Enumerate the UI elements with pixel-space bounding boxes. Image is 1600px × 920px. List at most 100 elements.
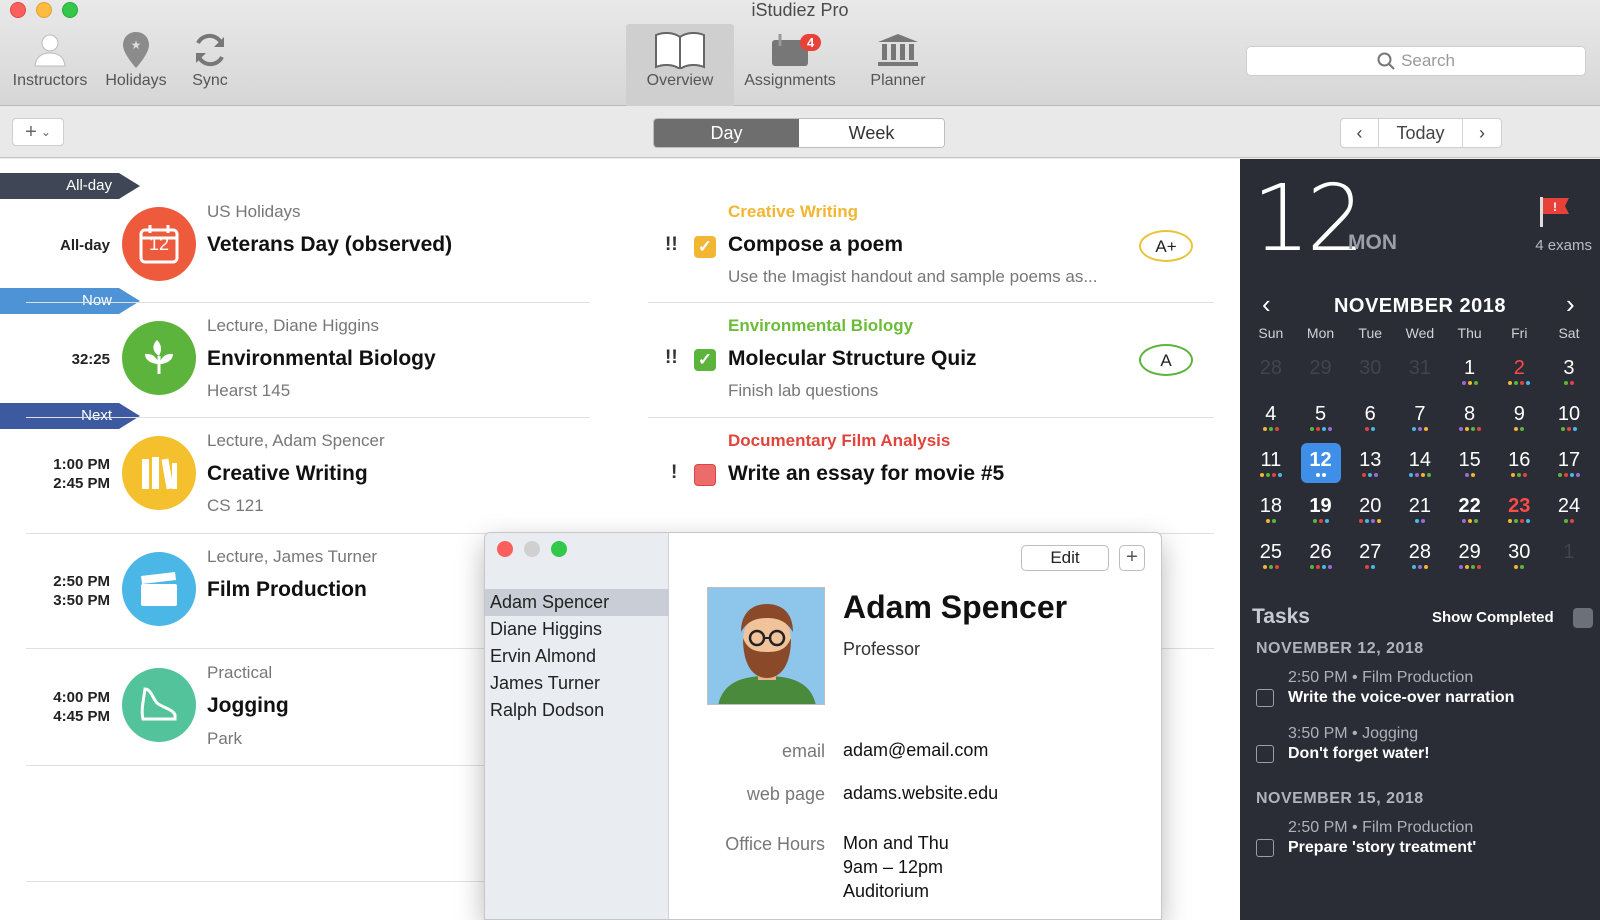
calendar-day[interactable]: 30 <box>1345 351 1395 397</box>
edit-button[interactable]: Edit <box>1021 545 1109 571</box>
previous-day-button[interactable]: ‹ <box>1341 119 1379 147</box>
event-title[interactable]: Jogging <box>207 694 289 718</box>
calendar-day[interactable]: 19 <box>1296 489 1346 535</box>
calendar-day[interactable]: 5 <box>1296 397 1346 443</box>
show-completed-checkbox[interactable] <box>1573 608 1593 628</box>
sync-button[interactable]: Sync <box>180 28 240 90</box>
event-dots <box>1445 381 1495 385</box>
calendar-day[interactable]: 26 <box>1296 535 1346 581</box>
next-flag: Next <box>0 403 140 429</box>
assignments-tab[interactable]: 4 Assignments <box>740 28 840 90</box>
instructor-item[interactable]: James Turner <box>485 670 669 697</box>
instructor-item[interactable]: Diane Higgins <box>485 616 669 643</box>
calendar-day[interactable]: 22 <box>1445 489 1495 535</box>
calendar-day[interactable]: 23 <box>1494 489 1544 535</box>
calendar-day-number: 14 <box>1408 449 1432 471</box>
calendar-day[interactable]: 18 <box>1246 489 1296 535</box>
calendar-day[interactable]: 24 <box>1544 489 1594 535</box>
instructor-item[interactable]: Adam Spencer <box>485 589 669 616</box>
assignment-title[interactable]: Write an essay for movie #5 <box>728 462 1004 486</box>
close-popup-button[interactable] <box>497 541 513 557</box>
calendar-day[interactable]: 17 <box>1544 443 1594 489</box>
instructor-item[interactable]: Ervin Almond <box>485 643 669 670</box>
calendar-day[interactable]: 30 <box>1494 535 1544 581</box>
event-dots <box>1494 565 1544 569</box>
exam-count: 4 exams <box>1535 237 1592 254</box>
calendar-day[interactable]: 10 <box>1544 397 1594 443</box>
task-title[interactable]: Prepare 'story treatment' <box>1288 839 1476 857</box>
chevron-down-icon: ⌄ <box>40 125 51 139</box>
assignment-title[interactable]: Molecular Structure Quiz <box>728 347 977 371</box>
event-title[interactable]: Environmental Biology <box>207 347 436 371</box>
event-title[interactable]: Film Production <box>207 578 367 602</box>
calendar-day[interactable]: 8 <box>1445 397 1495 443</box>
assignment-checkbox[interactable]: ✓ <box>694 349 716 371</box>
event-dots <box>1494 381 1544 385</box>
sync-label: Sync <box>192 72 228 89</box>
calendar-day[interactable]: 9 <box>1494 397 1544 443</box>
calendar-day[interactable]: 31 <box>1395 351 1445 397</box>
calendar-day[interactable]: 27 <box>1345 535 1395 581</box>
calendar-day[interactable]: 1 <box>1445 351 1495 397</box>
minimize-popup-button[interactable] <box>524 541 540 557</box>
overview-tab[interactable]: Overview <box>626 24 734 106</box>
calendar-day[interactable]: 7 <box>1395 397 1445 443</box>
task-title[interactable]: Write the voice-over narration <box>1288 689 1514 707</box>
calendar-day[interactable]: 15 <box>1445 443 1495 489</box>
today-button[interactable]: Today <box>1379 119 1463 147</box>
task-checkbox[interactable] <box>1256 839 1274 857</box>
event-dots <box>1296 519 1346 523</box>
assignment-title[interactable]: Compose a poem <box>728 233 903 257</box>
task-date-heading: NOVEMBER 12, 2018 <box>1256 640 1424 657</box>
email-value[interactable]: adam@email.com <box>843 738 988 763</box>
calendar-day[interactable]: 4 <box>1246 397 1296 443</box>
next-month-button[interactable]: › <box>1566 289 1575 320</box>
event-title[interactable]: Veterans Day (observed) <box>207 233 452 257</box>
day-view-button[interactable]: Day <box>654 119 799 147</box>
instructors-label: Instructors <box>12 72 88 89</box>
calendar-day[interactable]: 16 <box>1494 443 1544 489</box>
event-location: Park <box>207 729 242 748</box>
instructor-item[interactable]: Ralph Dodson <box>485 697 669 724</box>
calendar-day[interactable]: 29 <box>1296 351 1346 397</box>
zoom-popup-button[interactable] <box>551 541 567 557</box>
calendar-day[interactable]: 25 <box>1246 535 1296 581</box>
calendar-day[interactable]: 29 <box>1445 535 1495 581</box>
event-dots <box>1544 427 1594 431</box>
checkmark-icon: ✓ <box>697 237 713 256</box>
calendar-day[interactable]: 13 <box>1345 443 1395 489</box>
event-dots <box>1345 427 1395 431</box>
calendar-day[interactable]: 2 <box>1494 351 1544 397</box>
planner-tab[interactable]: Planner <box>858 28 938 90</box>
instructors-button[interactable]: Instructors <box>8 28 92 90</box>
next-day-button[interactable]: › <box>1463 119 1501 147</box>
event-dots <box>1544 519 1594 523</box>
calendar-day[interactable]: 1 <box>1544 535 1594 581</box>
calendar-day[interactable]: 21 <box>1395 489 1445 535</box>
calendar-day[interactable]: 11 <box>1246 443 1296 489</box>
calendar-day[interactable]: 6 <box>1345 397 1395 443</box>
event-title[interactable]: Creative Writing <box>207 462 368 486</box>
calendar-day[interactable]: 20 <box>1345 489 1395 535</box>
calendar-day-selected[interactable]: 12 <box>1296 443 1346 489</box>
weekday-label: Tue <box>1358 325 1383 341</box>
books-icon <box>122 436 196 510</box>
search-input[interactable]: Search <box>1246 46 1586 76</box>
add-instructor-button[interactable]: + <box>1119 545 1145 571</box>
calendar-day[interactable]: 3 <box>1544 351 1594 397</box>
task-checkbox[interactable] <box>1256 745 1274 763</box>
task-title[interactable]: Don't forget water! <box>1288 745 1430 763</box>
calendar-day[interactable]: 28 <box>1246 351 1296 397</box>
add-menu-button[interactable]: + ⌄ <box>12 118 64 146</box>
web-page-value[interactable]: adams.website.edu <box>843 781 998 806</box>
week-view-button[interactable]: Week <box>799 119 944 147</box>
calendar-day[interactable]: 28 <box>1395 535 1445 581</box>
assignment-checkbox[interactable]: ✓ <box>694 236 716 258</box>
calendar-day[interactable]: 14 <box>1395 443 1445 489</box>
calendar-week-row: 25 26 27 28 29 30 1 <box>1246 535 1594 581</box>
holidays-button[interactable]: ★ Holidays <box>100 28 172 90</box>
task-checkbox[interactable] <box>1256 689 1274 707</box>
calendar-day-number: 2 <box>1513 357 1525 379</box>
assignment-checkbox[interactable] <box>694 464 716 486</box>
event-dots <box>1544 381 1594 385</box>
